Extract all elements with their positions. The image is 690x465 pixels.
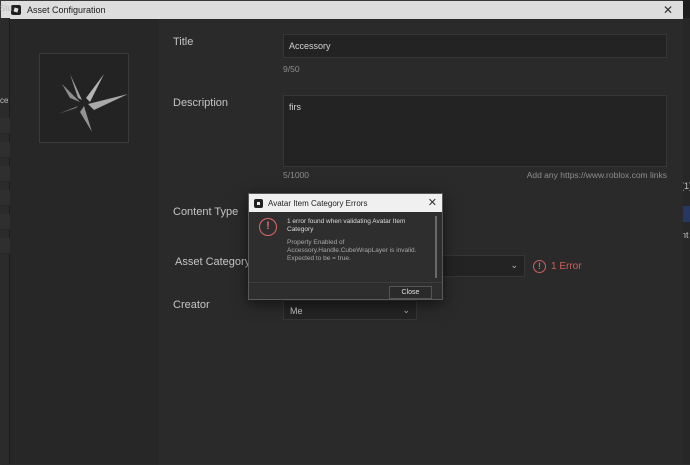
dialog-titlebar: Avatar Item Category Errors [249, 194, 442, 212]
dialog-error-detail: Property Enabled of Accessory.Handle.Cub… [287, 239, 417, 262]
dialog-divider [249, 282, 442, 283]
error-icon: ! [259, 218, 277, 236]
dialog-close-icon[interactable]: ✕ [428, 196, 437, 210]
dialog-title: Avatar Item Category Errors [268, 198, 368, 208]
dialog-close-button[interactable]: Close [389, 286, 432, 299]
studio-logo-icon [254, 198, 263, 208]
avatar-item-category-errors-dialog: Avatar Item Category Errors ✕ ! 1 error … [248, 193, 443, 300]
dialog-scrollbar[interactable] [435, 216, 437, 278]
dialog-error-message: 1 error found when validating Avatar Ite… [287, 218, 406, 233]
